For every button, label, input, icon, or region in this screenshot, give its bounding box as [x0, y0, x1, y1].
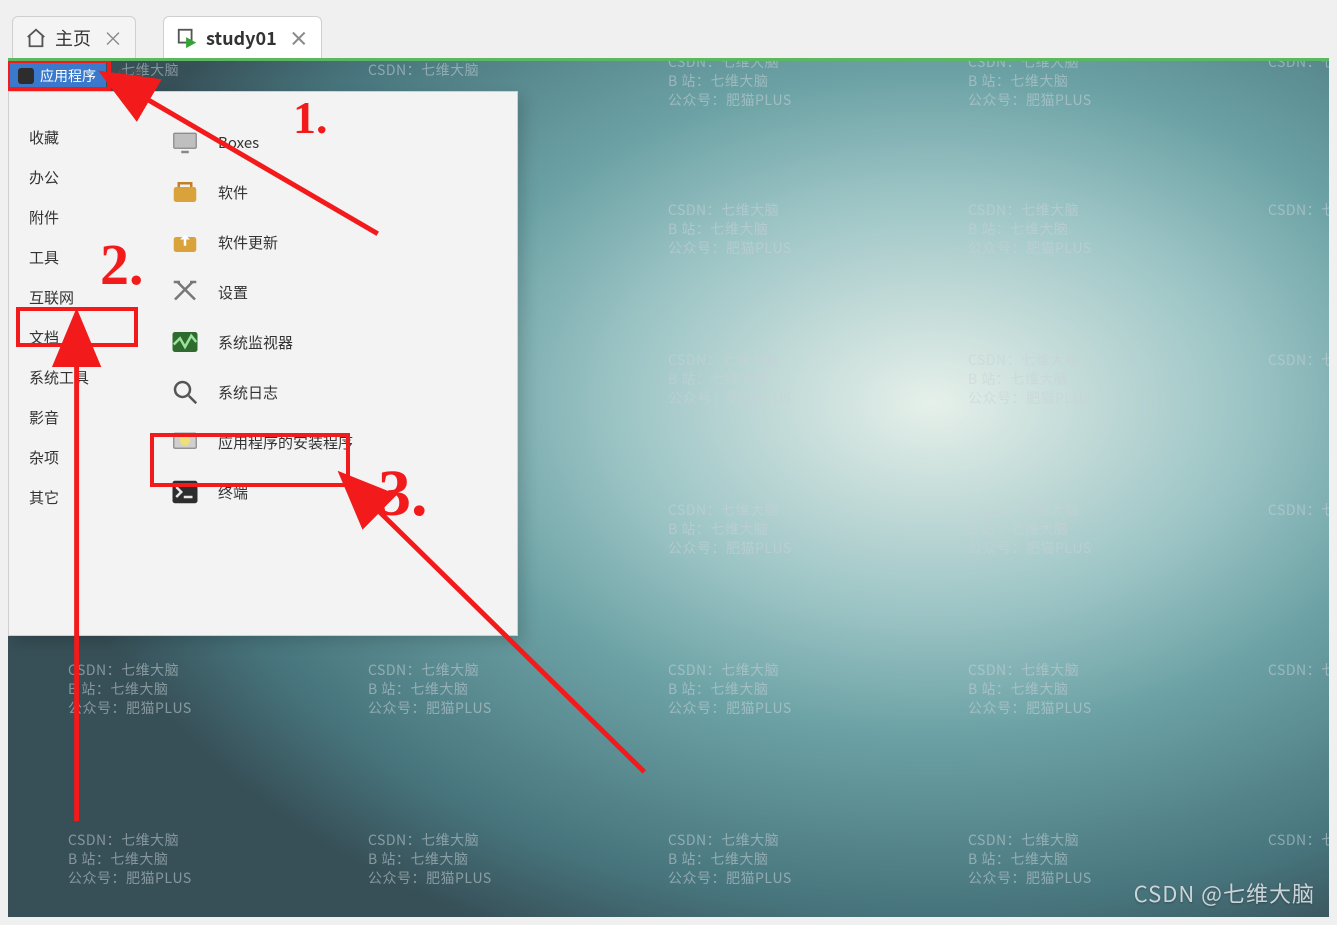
category-office[interactable]: 办公: [29, 157, 154, 197]
tab-home[interactable]: 主页 ×: [12, 16, 136, 58]
panel-menu-applications[interactable]: 应用程序: [8, 61, 106, 91]
category-system-tools[interactable]: 系统工具: [29, 357, 154, 397]
software-update-icon: [170, 227, 200, 257]
app-software[interactable]: 软件: [154, 167, 517, 217]
app-label: 系统日志: [218, 382, 278, 403]
system-monitor-icon: [170, 327, 200, 357]
category-documents[interactable]: 文档: [29, 317, 154, 357]
terminal-icon: [170, 477, 200, 507]
gnome-top-panel: 应用程序 位置: [8, 61, 1329, 91]
home-icon: [25, 27, 47, 49]
host-tab-bar: 主页 × study01 ×: [8, 6, 1329, 58]
app-installer[interactable]: 应用程序的安装程序: [154, 417, 517, 467]
footer-attribution: CSDN @七维大脑: [1134, 877, 1315, 909]
applications-popup: 收藏 办公 附件 工具 互联网 文档 系统工具 影音 杂项 其它 Boxes 软…: [8, 91, 518, 636]
panel-menu-places-label: 位置: [116, 66, 144, 86]
category-tools[interactable]: 工具: [29, 237, 154, 277]
installer-icon: [170, 427, 200, 457]
applications-icon: [18, 68, 34, 84]
close-icon[interactable]: ×: [103, 28, 123, 48]
tab-study01[interactable]: study01 ×: [163, 16, 322, 58]
panel-menu-places[interactable]: 位置: [106, 61, 154, 91]
category-misc[interactable]: 杂项: [29, 437, 154, 477]
app-label: 软件更新: [218, 232, 278, 253]
panel-menu-applications-label: 应用程序: [40, 66, 96, 86]
tab-home-label: 主页: [55, 25, 91, 51]
vm-run-icon: [176, 27, 198, 49]
software-icon: [170, 177, 200, 207]
app-software-update[interactable]: 软件更新: [154, 217, 517, 267]
app-label: 应用程序的安装程序: [218, 432, 353, 453]
close-icon[interactable]: ×: [289, 28, 309, 48]
app-system-monitor[interactable]: 系统监视器: [154, 317, 517, 367]
app-logs[interactable]: 系统日志: [154, 367, 517, 417]
app-label: 系统监视器: [218, 332, 293, 353]
app-label: 终端: [218, 482, 248, 503]
app-terminal[interactable]: 终端: [154, 467, 517, 517]
app-label: 软件: [218, 182, 248, 203]
app-boxes[interactable]: Boxes: [154, 117, 517, 167]
boxes-icon: [170, 127, 200, 157]
app-list: Boxes 软件 软件更新 设置 系统监视器 系统日志: [154, 92, 517, 635]
category-accessories[interactable]: 附件: [29, 197, 154, 237]
app-settings[interactable]: 设置: [154, 267, 517, 317]
category-list: 收藏 办公 附件 工具 互联网 文档 系统工具 影音 杂项 其它: [9, 92, 154, 635]
app-label: 设置: [218, 282, 248, 303]
settings-icon: [170, 277, 200, 307]
category-multimedia[interactable]: 影音: [29, 397, 154, 437]
vm-viewport: CSDN：七维大脑 CSDN：七维大脑 CSDN：七维大脑B 站：七维大脑公众号…: [8, 58, 1329, 917]
category-internet[interactable]: 互联网: [29, 277, 154, 317]
tab-study01-label: study01: [206, 25, 277, 51]
app-label: Boxes: [218, 132, 259, 153]
logs-icon: [170, 377, 200, 407]
category-favorites[interactable]: 收藏: [29, 117, 154, 157]
category-other[interactable]: 其它: [29, 477, 154, 517]
